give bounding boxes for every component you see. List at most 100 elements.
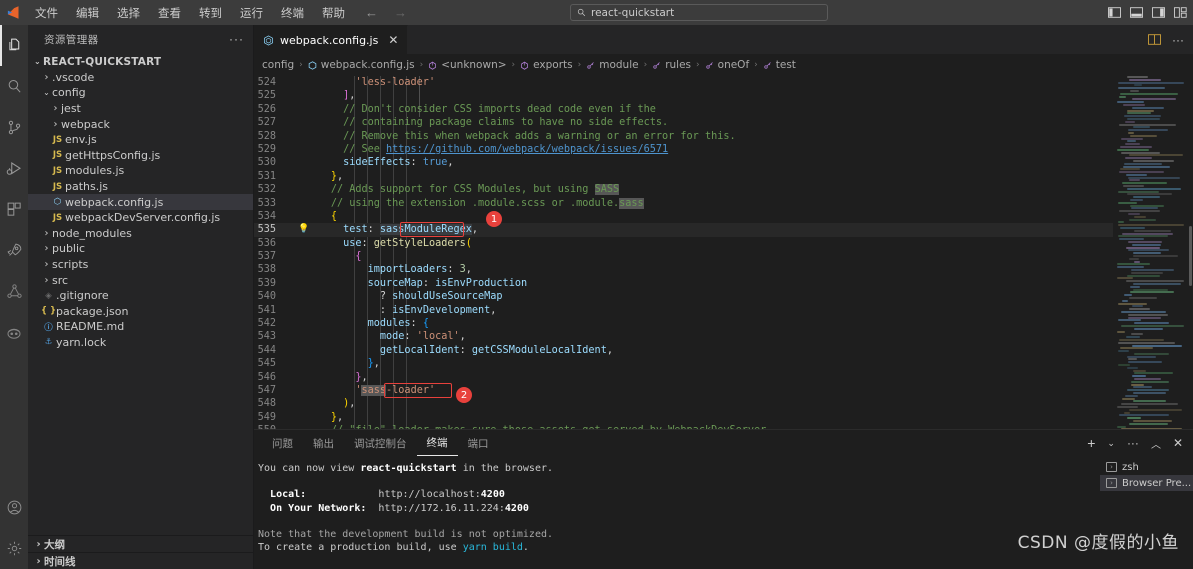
command-center-search[interactable]: react-quickstart <box>570 4 828 21</box>
toggle-primary-sidebar-icon[interactable] <box>1108 7 1121 19</box>
panel-tab-1[interactable]: 输出 <box>303 430 344 456</box>
tree-item[interactable]: JS paths.js <box>28 179 253 195</box>
tree-item[interactable]: JS webpackDevServer.config.js <box>28 210 253 226</box>
tab-close-icon[interactable]: ✕ <box>388 33 398 47</box>
code-line[interactable]: 546 }, <box>254 371 1113 384</box>
tree-item[interactable]: ⌄ config <box>28 85 253 101</box>
file-tree[interactable]: ⌄ REACT-QUICKSTART › .vscode ⌄ config › jest › we… <box>28 53 253 535</box>
code-line[interactable]: 537 { <box>254 250 1113 263</box>
panel-tab-list[interactable]: 问题 输出 调试控制台 终端 端口 <box>262 430 499 456</box>
breadcrumb[interactable]: config › webpack.config.js › <unknown> › expor… <box>254 54 1193 76</box>
code-line[interactable]: 542 modules: { <box>254 317 1113 330</box>
chevron-right-icon[interactable]: › <box>41 228 52 239</box>
breadcrumb-item-2[interactable]: <unknown> <box>428 59 507 71</box>
code-line[interactable]: 533 // using the extension .module.scss … <box>254 197 1113 210</box>
menu-item-3[interactable]: 查看 <box>149 2 190 24</box>
breadcrumb-item-7[interactable]: test <box>763 59 796 71</box>
activity-remote-face[interactable] <box>0 312 28 353</box>
code-line[interactable]: 536 use: getStyleLoaders( <box>254 237 1113 250</box>
terminal-list-item-0[interactable]: › zsh <box>1100 459 1193 475</box>
terminal-output[interactable]: You can now view react-quickstart in the… <box>254 456 1100 569</box>
code-line[interactable]: 528 // Remove this when webpack adds a w… <box>254 130 1113 143</box>
panel-tab-4[interactable]: 端口 <box>458 430 499 456</box>
activity-explorer[interactable] <box>0 25 28 66</box>
breadcrumb-item-1[interactable]: webpack.config.js <box>308 59 415 71</box>
tree-item[interactable]: JS env.js <box>28 132 253 148</box>
code-line[interactable]: 548 ), <box>254 397 1113 410</box>
activity-rocket[interactable] <box>0 230 28 271</box>
menu-item-5[interactable]: 运行 <box>231 2 272 24</box>
close-panel-icon[interactable]: ✕ <box>1173 436 1183 450</box>
code-line[interactable]: 527 // containing package claims to have… <box>254 116 1113 129</box>
code-line[interactable]: 540 ? shouldUseSourceMap <box>254 290 1113 303</box>
tree-item[interactable]: ⓘ README.md <box>28 319 253 335</box>
menu-item-4[interactable]: 转到 <box>190 2 231 24</box>
tree-item[interactable]: › jest <box>28 101 253 117</box>
new-terminal-icon[interactable]: + <box>1087 435 1095 451</box>
tree-item[interactable]: JS modules.js <box>28 163 253 179</box>
terminal-list-item-1[interactable]: › Browser Pre... <box>1100 475 1193 491</box>
code-line[interactable]: 530 sideEffects: true, <box>254 156 1113 169</box>
toggle-secondary-sidebar-icon[interactable] <box>1152 7 1165 19</box>
editor-more-actions-icon[interactable]: ··· <box>1172 34 1184 46</box>
split-editor-icon[interactable] <box>1148 34 1161 45</box>
code-line[interactable]: 535 💡 test: sassModuleRegex, <box>254 223 1113 237</box>
menu-item-7[interactable]: 帮助 <box>313 2 354 24</box>
code-line[interactable]: 544 getLocalIdent: getCSSModuleLocalIden… <box>254 344 1113 357</box>
panel-tab-0[interactable]: 问题 <box>262 430 303 456</box>
code-line[interactable]: 538 importLoaders: 3, <box>254 263 1113 276</box>
tree-item[interactable]: › scripts <box>28 257 253 273</box>
chevron-right-icon[interactable]: › <box>41 243 52 254</box>
breadcrumb-item-6[interactable]: oneOf <box>705 59 749 71</box>
panel-tab-2[interactable]: 调试控制台 <box>344 430 417 456</box>
code-line[interactable]: 524 'less-loader' <box>254 76 1113 89</box>
code-line[interactable]: 531 }, <box>254 170 1113 183</box>
menu-item-6[interactable]: 终端 <box>272 2 313 24</box>
activity-search[interactable] <box>0 66 28 107</box>
breadcrumb-item-3[interactable]: exports <box>520 59 573 71</box>
tree-item[interactable]: { } package.json <box>28 304 253 320</box>
menu-item-2[interactable]: 选择 <box>108 2 149 24</box>
tree-item[interactable]: › .vscode <box>28 70 253 86</box>
code-line[interactable]: 539 sourceMap: isEnvProduction <box>254 277 1113 290</box>
code-line[interactable]: 547 'sass-loader' <box>254 384 1113 397</box>
breadcrumb-item-4[interactable]: module <box>586 59 639 71</box>
back-arrow-icon[interactable]: ← <box>365 6 378 19</box>
tree-item[interactable]: ⬡ webpack.config.js <box>28 194 253 210</box>
activity-accounts[interactable] <box>0 487 28 528</box>
explorer-more-actions-icon[interactable]: ··· <box>229 33 244 45</box>
tab-webpack-config[interactable]: webpack.config.js ✕ <box>254 25 409 54</box>
tree-item[interactable]: › src <box>28 272 253 288</box>
code-line[interactable]: 545 }, <box>254 357 1113 370</box>
maximize-panel-icon[interactable]: ︿ <box>1151 436 1161 451</box>
code-line[interactable]: 543 mode: 'local', <box>254 330 1113 343</box>
sidebar-section-大纲[interactable]: › 大纲 <box>28 535 253 552</box>
code-viewport[interactable]: 524 'less-loader' 525 ], 526 // Don't cons… <box>254 76 1113 429</box>
code-editor[interactable]: 524 'less-loader' 525 ], 526 // Don't cons… <box>254 76 1193 429</box>
code-line[interactable]: 525 ], <box>254 89 1113 102</box>
tree-root-item[interactable]: ⌄ REACT-QUICKSTART <box>28 54 253 70</box>
code-line[interactable]: 550 // "file" loader makes sure those as… <box>254 424 1113 429</box>
activity-run-debug[interactable] <box>0 148 28 189</box>
tree-item[interactable]: › node_modules <box>28 226 253 242</box>
panel-more-actions-icon[interactable]: ··· <box>1127 437 1139 449</box>
tree-item[interactable]: › webpack <box>28 116 253 132</box>
code-line[interactable]: 534 { <box>254 210 1113 223</box>
activity-source-control[interactable] <box>0 107 28 148</box>
chevron-down-icon[interactable]: ⌄ <box>41 88 52 97</box>
chevron-right-icon[interactable]: › <box>41 259 52 270</box>
activity-extensions[interactable] <box>0 189 28 230</box>
sidebar-sections[interactable]: › 大纲 › 时间线 <box>28 535 253 569</box>
minimap[interactable] <box>1113 76 1193 429</box>
menu-item-1[interactable]: 编辑 <box>67 2 108 24</box>
minimap-scroll-thumb[interactable] <box>1189 226 1192 286</box>
breadcrumb-item-5[interactable]: rules <box>652 59 691 71</box>
code-line[interactable]: 549 }, <box>254 411 1113 424</box>
code-line[interactable]: 529 // See https://github.com/webpack/we… <box>254 143 1113 156</box>
code-line[interactable]: 526 // Don't consider CSS imports dead c… <box>254 103 1113 116</box>
customize-layout-icon[interactable] <box>1174 7 1187 19</box>
tree-item[interactable]: ⚓ yarn.lock <box>28 335 253 351</box>
tree-item[interactable]: ◈ .gitignore <box>28 288 253 304</box>
chevron-right-icon[interactable]: › <box>41 275 52 286</box>
activity-settings-gear[interactable] <box>0 528 28 569</box>
